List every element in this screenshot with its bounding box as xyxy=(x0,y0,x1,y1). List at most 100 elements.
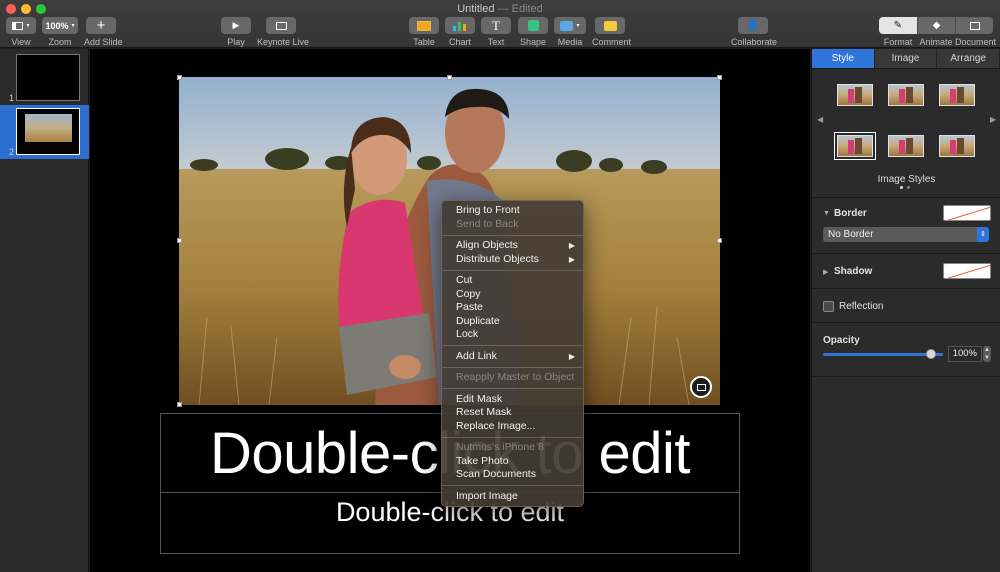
slide-preview-photo xyxy=(25,114,72,142)
slide-thumbnail-1[interactable]: 1 xyxy=(0,51,89,105)
menu-item-replace-image[interactable]: Replace Image... xyxy=(442,420,583,434)
zoom-button[interactable]: 100% ▾ Zoom xyxy=(42,17,78,47)
image-style-swatch[interactable] xyxy=(939,135,975,157)
menu-item-edit-mask[interactable]: Edit Mask xyxy=(442,393,583,407)
view-button[interactable]: ▾ View xyxy=(6,17,36,47)
menu-item-import-image[interactable]: Import Image xyxy=(442,490,583,504)
sidebar-view-icon xyxy=(12,21,24,30)
resize-handle[interactable] xyxy=(177,75,182,80)
resize-handle[interactable] xyxy=(177,402,182,407)
menu-separator xyxy=(442,388,583,389)
image-style-swatch[interactable] xyxy=(939,84,975,106)
submenu-arrow-icon: ▶ xyxy=(568,254,575,264)
image-style-swatch[interactable] xyxy=(837,84,873,106)
shadow-label: Shadow xyxy=(834,266,873,277)
image-styles-label: Image Styles xyxy=(877,174,936,185)
divider xyxy=(812,253,1000,254)
animate-label: Animate xyxy=(919,37,953,47)
media-placeholder-button[interactable] xyxy=(690,376,712,398)
chart-label: Chart xyxy=(448,37,471,47)
submenu-arrow-icon: ▶ xyxy=(568,351,575,361)
menu-item-label: Add Link xyxy=(456,349,497,362)
collaborate-label: Collaborate xyxy=(731,37,778,47)
animate-button[interactable]: ◆ xyxy=(917,17,955,34)
text-button[interactable]: T Text xyxy=(481,17,511,47)
document-name: Untitled xyxy=(457,3,495,15)
menu-item-duplicate[interactable]: Duplicate xyxy=(442,315,583,329)
window-title: Untitled — Edited xyxy=(0,3,1000,15)
format-inspector: Style Image Arrange ◀ ▶ Image Styles ▼ B… xyxy=(811,49,1000,572)
menu-item-send-to-back: Send to Back xyxy=(456,217,519,230)
divider xyxy=(812,322,1000,323)
menu-item-cut[interactable]: Cut xyxy=(442,274,583,288)
slide-preview xyxy=(16,54,80,101)
chevron-left-icon[interactable]: ◀ xyxy=(817,115,823,124)
chart-button[interactable]: Chart xyxy=(445,17,475,47)
zoom-value: 100% xyxy=(45,20,69,31)
border-color-well[interactable] xyxy=(943,205,991,221)
resize-handle[interactable] xyxy=(717,238,722,243)
format-button[interactable]: ✎ xyxy=(879,17,917,34)
tab-style[interactable]: Style xyxy=(812,49,875,68)
menu-item-scan-documents[interactable]: Scan Documents xyxy=(442,468,583,482)
menu-separator xyxy=(442,366,583,368)
play-button[interactable]: ▶ Play xyxy=(221,17,251,47)
menu-item-paste[interactable]: Paste xyxy=(442,301,583,315)
shadow-color-well[interactable] xyxy=(943,263,991,279)
table-button[interactable]: Table xyxy=(409,17,439,47)
chart-icon xyxy=(453,21,467,31)
document-button[interactable] xyxy=(955,17,993,34)
menu-item-add-link[interactable]: Add Link ▶ xyxy=(442,350,583,364)
slide-number: 1 xyxy=(9,93,15,103)
menu-separator xyxy=(442,269,583,271)
comment-button[interactable]: Comment xyxy=(592,17,631,47)
text-label: Text xyxy=(487,37,505,47)
media-button[interactable]: ▾ Media xyxy=(554,17,586,47)
resize-handle[interactable] xyxy=(177,238,182,243)
opacity-stepper[interactable]: ▲ ▼ xyxy=(983,346,991,362)
add-slide-button[interactable]: + Add Slide xyxy=(84,17,123,47)
collaborate-button[interactable]: 👤 Collaborate xyxy=(731,17,778,47)
zoom-label: Zoom xyxy=(48,37,72,47)
chevron-right-icon[interactable]: ▶ xyxy=(990,115,996,124)
divider xyxy=(812,376,1000,377)
edited-status: — Edited xyxy=(497,3,543,15)
format-label: Format xyxy=(883,37,913,47)
disclosure-open-icon[interactable]: ▼ xyxy=(823,210,830,217)
menu-item-distribute-objects[interactable]: Distribute Objects ▶ xyxy=(442,253,583,267)
resize-handle[interactable] xyxy=(717,75,722,80)
reflection-checkbox[interactable] xyxy=(823,301,834,312)
opacity-slider-knob[interactable] xyxy=(926,349,936,359)
play-label: Play xyxy=(227,37,245,47)
border-style-value: No Border xyxy=(828,229,874,240)
menu-item-reapply-master: Reapply Master to Object xyxy=(456,371,575,383)
menu-item-lock[interactable]: Lock xyxy=(442,328,583,342)
menu-item-bring-to-front[interactable]: Bring to Front xyxy=(442,204,583,218)
opacity-slider-track[interactable] xyxy=(823,353,943,356)
chevron-down-icon: ▾ xyxy=(71,23,75,29)
menu-item-align-objects[interactable]: Align Objects ▶ xyxy=(442,239,583,253)
tab-arrange[interactable]: Arrange xyxy=(937,49,1000,68)
menu-item-take-photo[interactable]: Take Photo xyxy=(442,455,583,469)
broadcast-icon xyxy=(275,21,287,30)
slide-thumbnail-2[interactable]: 2 xyxy=(0,105,89,159)
menu-item-label: Align Objects xyxy=(456,239,518,251)
opacity-field[interactable]: 100% xyxy=(948,346,982,362)
menu-separator xyxy=(442,345,583,346)
border-style-select[interactable]: No Border ⇕ xyxy=(823,227,989,242)
resize-handle[interactable] xyxy=(447,75,452,80)
inspector-tabs: Style Image Arrange xyxy=(812,49,1000,69)
image-style-swatch[interactable] xyxy=(834,132,876,160)
image-style-swatch[interactable] xyxy=(888,84,924,106)
image-icon xyxy=(696,383,706,391)
keynote-live-button[interactable]: Keynote Live xyxy=(257,17,309,47)
diamond-icon: ◆ xyxy=(932,20,941,31)
image-style-swatch[interactable] xyxy=(888,135,924,157)
chevron-down-icon: ▾ xyxy=(576,23,580,29)
disclosure-closed-icon[interactable]: ▶ xyxy=(823,268,828,276)
tab-image[interactable]: Image xyxy=(874,49,938,68)
shape-button[interactable]: Shape xyxy=(518,17,548,47)
collaborate-icon: 👤 xyxy=(746,20,760,31)
menu-item-reset-mask[interactable]: Reset Mask xyxy=(442,406,583,420)
menu-item-copy[interactable]: Copy xyxy=(442,288,583,302)
